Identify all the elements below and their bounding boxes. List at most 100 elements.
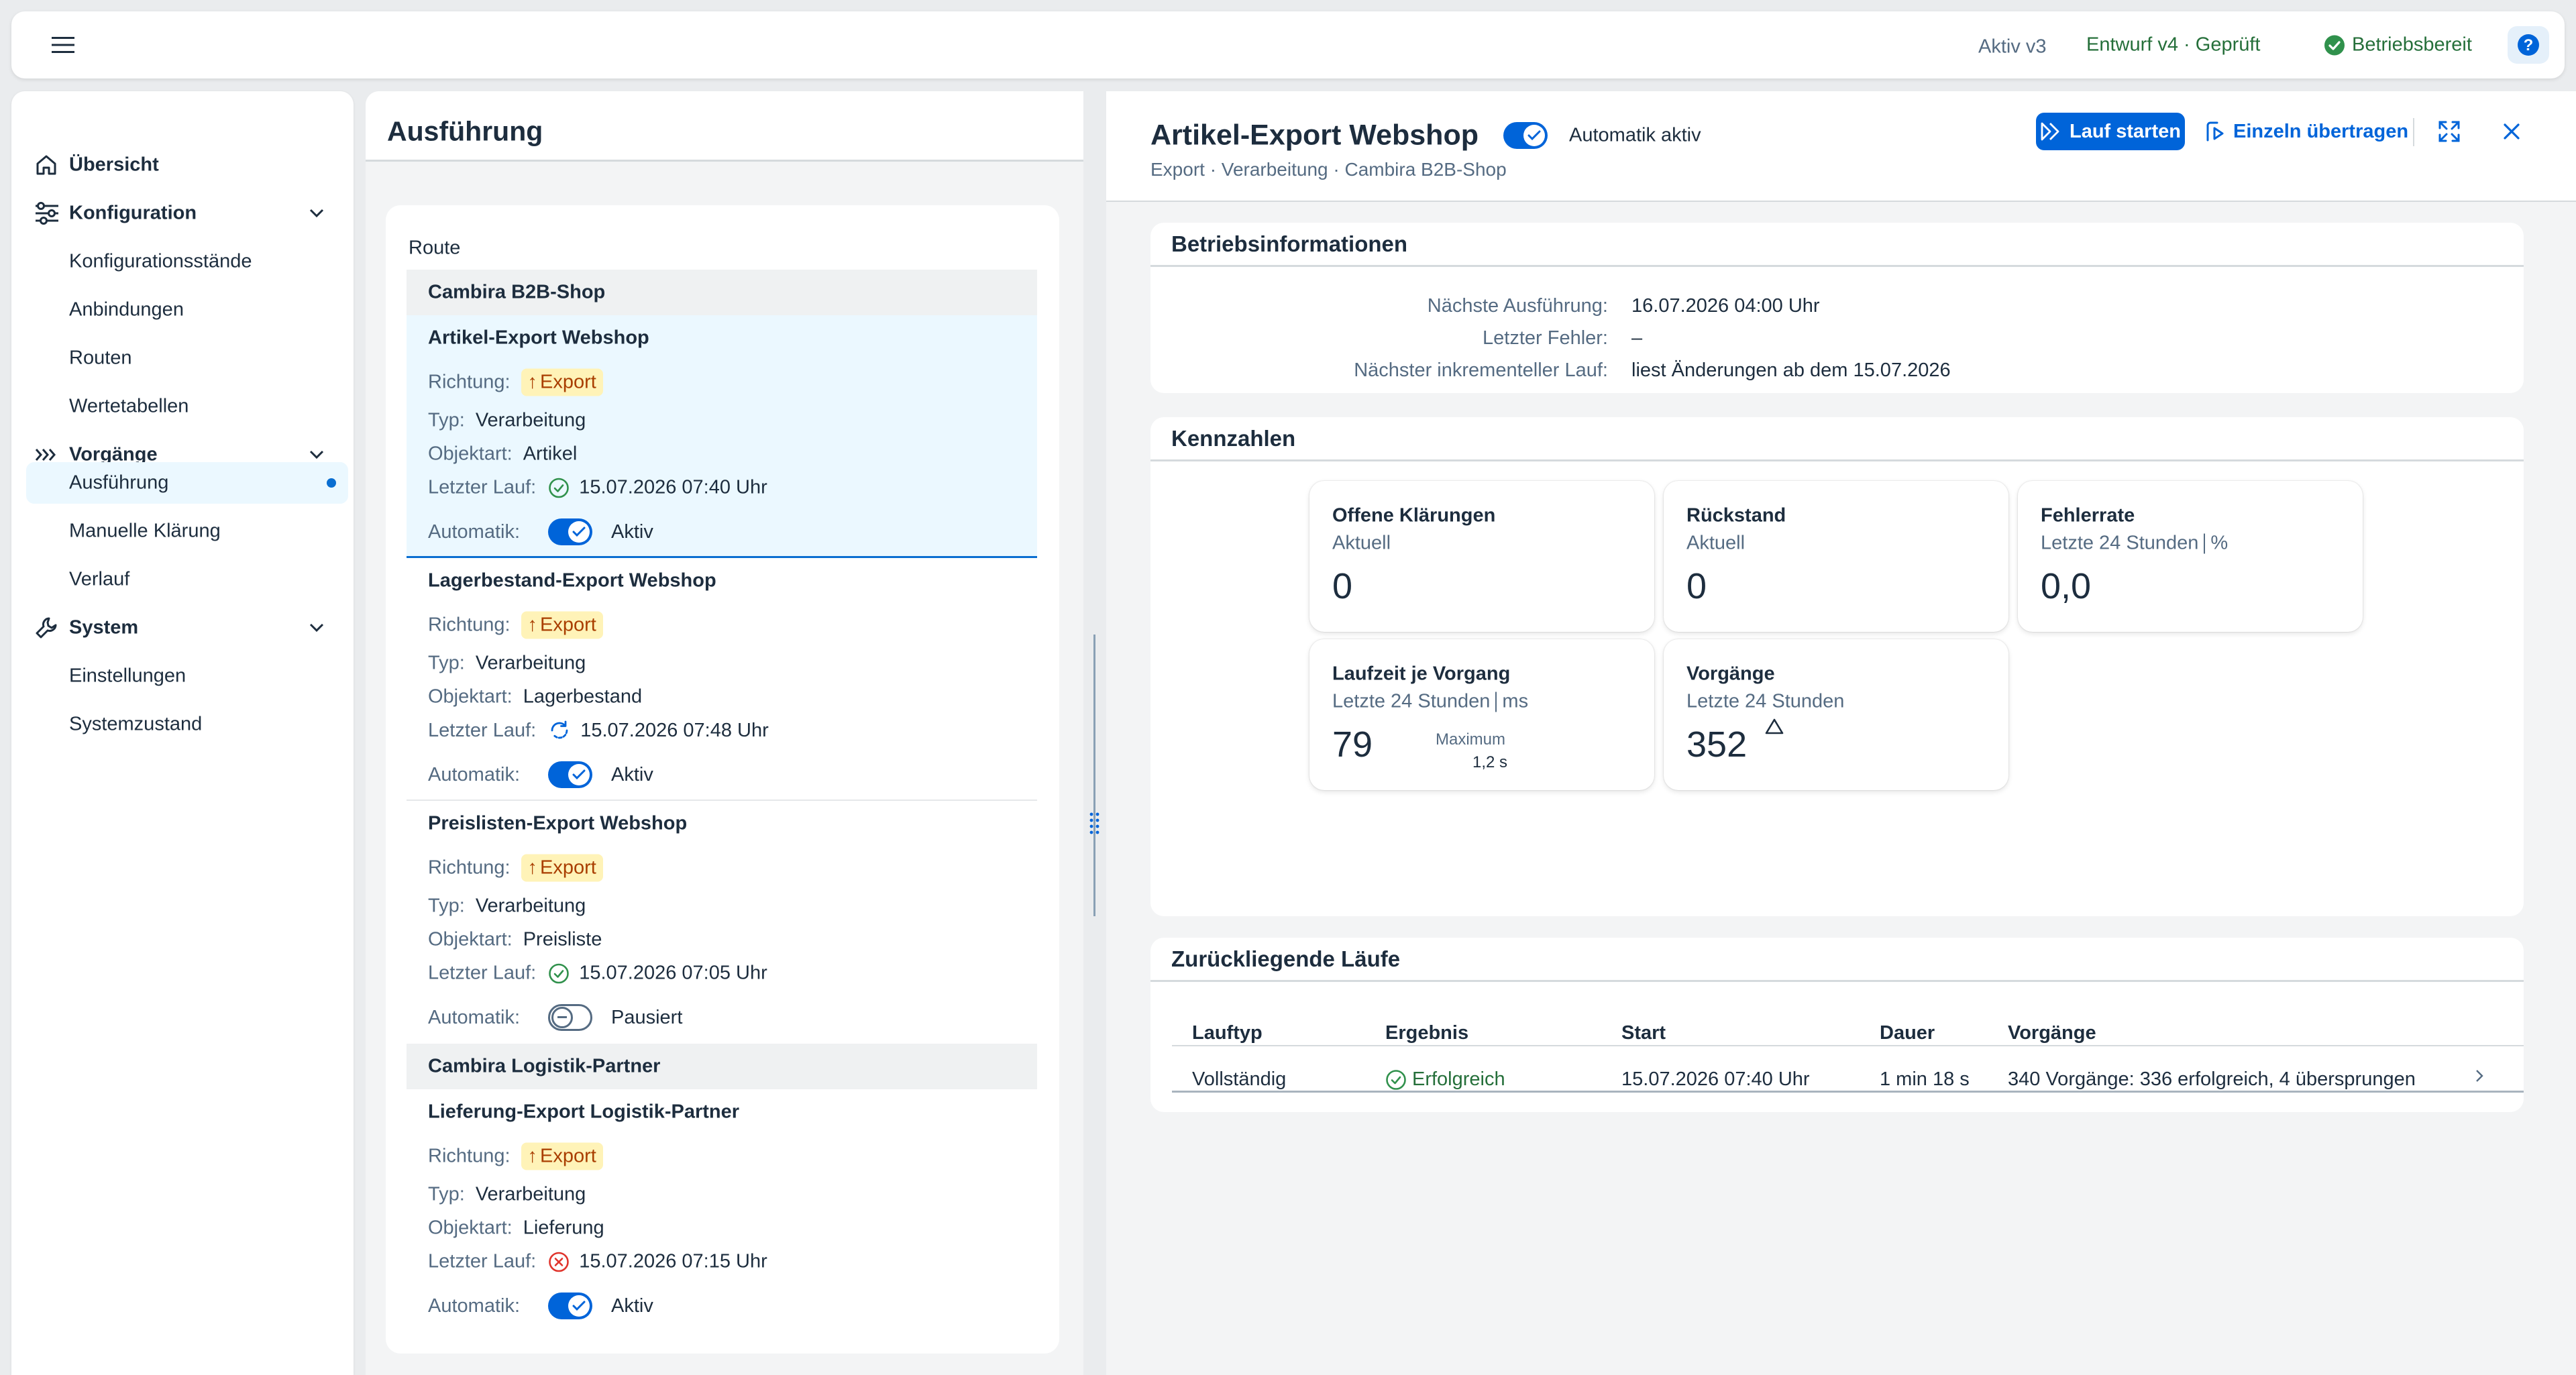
nav-item-label: Ausführung	[69, 472, 169, 494]
route-automatic: Automatik: Aktiv	[428, 518, 653, 545]
column-header: Vorgänge	[2008, 1022, 2096, 1044]
route-item[interactable]: Lieferung-Export Logistik-Partner Richtu…	[407, 1089, 1037, 1332]
route-type: Typ: Verarbeitung	[428, 653, 586, 675]
fullscreen-icon[interactable]	[2438, 120, 2461, 143]
type-value: Verarbeitung	[475, 1183, 586, 1205]
nav-item-settings[interactable]: Einstellungen	[11, 655, 354, 697]
single-transfer-label: Einzeln übertragen	[2233, 120, 2409, 142]
nav-item-history[interactable]: Verlauf	[11, 559, 354, 600]
kpi-extra-label: Maximum	[1436, 730, 1506, 749]
route-automatic: Automatik: Pausiert	[428, 1004, 682, 1031]
route-type: Typ: Verarbeitung	[428, 895, 586, 918]
grip-handle-icon[interactable]	[1089, 812, 1101, 834]
menu-icon[interactable]	[52, 36, 74, 54]
route-item[interactable]: Preislisten-Export Webshop Richtung: ↑ Ex…	[407, 801, 1037, 1044]
start-run-button[interactable]: Lauf starten	[2036, 113, 2185, 150]
close-icon[interactable]	[2503, 123, 2520, 140]
nav-item-value-tables[interactable]: Wertetabellen	[11, 386, 354, 427]
active-version[interactable]: Aktiv v3	[1978, 36, 2047, 58]
object-label: Objektart:	[428, 1217, 513, 1239]
object-value: Lieferung	[523, 1217, 604, 1239]
direction-label: Richtung:	[428, 371, 511, 393]
cell-duration: 1 min 18 s	[1880, 1068, 1970, 1090]
side-navigation: Übersicht Konfiguration Konfigurationsst…	[11, 91, 354, 1375]
kpi-subtitle: Letzte 24 Stunden ms	[1332, 691, 1528, 713]
system-status[interactable]: Betriebsbereit	[2324, 34, 2472, 56]
unit-separator	[1495, 692, 1497, 712]
nav-overview[interactable]: Übersicht	[11, 144, 354, 186]
nav-item-config-states[interactable]: Konfigurationsstände	[11, 241, 354, 282]
nav-item-manual-clarification[interactable]: Manuelle Klärung	[11, 510, 354, 552]
kpi-value: 79	[1332, 724, 1373, 765]
type-label: Typ:	[428, 895, 465, 917]
kpi-card-runtime[interactable]: Laufzeit je Vorgang Letzte 24 Stunden ms …	[1309, 639, 1654, 790]
arrow-up-icon: ↑	[527, 857, 538, 879]
direction-value: Export	[540, 1145, 596, 1167]
run-icon	[2040, 121, 2063, 142]
kpi-card-backlog[interactable]: Rückstand Aktuell 0	[1664, 481, 2008, 632]
draft-version[interactable]: Entwurf v4 · Geprüft	[2086, 34, 2261, 56]
success-icon	[548, 963, 570, 984]
automatic-switch[interactable]	[548, 1292, 592, 1319]
automatic-switch[interactable]	[548, 761, 592, 788]
route-item-selected[interactable]: Artikel-Export Webshop Richtung: ↑ Export…	[407, 315, 1037, 558]
nav-group-system[interactable]: System	[11, 607, 354, 649]
section-header: Zurückliegende Läufe	[1150, 938, 2524, 982]
panel-header: Ausführung	[366, 91, 1083, 162]
kpi-card-processes[interactable]: Vorgänge Letzte 24 Stunden 352	[1664, 639, 2008, 790]
route-object: Objektart: Preisliste	[428, 929, 602, 951]
nav-item-label: Systemzustand	[69, 713, 203, 735]
info-value: 16.07.2026 04:00 Uhr	[1631, 295, 1820, 317]
switch-knob	[568, 764, 590, 785]
chevron-right-icon[interactable]	[2475, 1068, 2484, 1083]
kpi-subtitle-text: Aktuell	[1686, 532, 1746, 554]
direction-label: Richtung:	[428, 857, 511, 879]
kpi-card-error-rate[interactable]: Fehlerrate Letzte 24 Stunden% 0,0	[2018, 481, 2363, 632]
automatic-switch[interactable]	[548, 518, 592, 545]
kpi-value: 0	[1686, 566, 1707, 606]
group-header: Cambira Logistik-Partner	[407, 1044, 1037, 1089]
automatic-switch[interactable]	[548, 1004, 592, 1031]
last-run-label: Letzter Lauf:	[428, 962, 537, 984]
kpi-title: Vorgänge	[1686, 663, 1775, 685]
kpi-value: 0	[1332, 566, 1353, 606]
kpi-card-open-clarifications[interactable]: Offene Klärungen Aktuell 0	[1309, 481, 1654, 632]
nav-item-system-health[interactable]: Systemzustand	[11, 704, 354, 745]
automatic-label: Automatik aktiv	[1569, 124, 1701, 146]
object-label: Objektart:	[428, 685, 513, 708]
route-direction: Richtung: ↑ Export	[428, 1142, 603, 1170]
nav-item-connections[interactable]: Anbindungen	[11, 289, 354, 331]
type-label: Typ:	[428, 409, 465, 431]
automatic-value: Pausiert	[611, 1006, 683, 1028]
type-value: Verarbeitung	[475, 895, 586, 917]
automatic-value: Aktiv	[611, 520, 653, 543]
kpi-subtitle: Aktuell	[1332, 533, 1391, 555]
column-header-route: Route	[409, 237, 461, 259]
help-button[interactable]: ?	[2508, 26, 2549, 64]
direction-badge: ↑ Export	[521, 368, 603, 396]
chevron-down-icon	[309, 209, 324, 218]
splitter-line	[1093, 635, 1095, 916]
column-header: Start	[1621, 1022, 1666, 1044]
single-transfer-button[interactable]: Einzeln übertragen	[2205, 113, 2408, 150]
nav-item-execution[interactable]: Ausführung	[26, 462, 348, 504]
route-type: Typ: Verarbeitung	[428, 1184, 586, 1206]
detail-panel: Artikel-Export Webshop Automatik aktiv E…	[1106, 91, 2576, 1375]
direction-badge: ↑ Export	[521, 1142, 603, 1170]
nav-group-label: System	[69, 616, 139, 639]
column-header: Dauer	[1880, 1022, 1935, 1044]
panel-splitter[interactable]	[1083, 91, 1106, 1375]
automatic-label: Automatik:	[428, 1006, 520, 1028]
section-header: Kennzahlen	[1150, 417, 2524, 461]
route-automatic: Automatik: Aktiv	[428, 761, 653, 788]
automatic-value: Aktiv	[611, 1295, 653, 1317]
last-run-value: 15.07.2026 07:05 Uhr	[579, 962, 767, 984]
nav-group-label: Konfiguration	[69, 202, 197, 224]
group-header: Cambira B2B-Shop	[407, 270, 1037, 315]
info-label: Letzter Fehler:	[1483, 327, 1608, 349]
automatic-switch[interactable]	[1503, 122, 1548, 149]
unit-separator	[2204, 533, 2206, 553]
nav-group-configuration[interactable]: Konfiguration	[11, 192, 354, 234]
route-item[interactable]: Lagerbestand-Export Webshop Richtung: ↑ E…	[407, 558, 1037, 801]
nav-item-routes[interactable]: Routen	[11, 337, 354, 379]
